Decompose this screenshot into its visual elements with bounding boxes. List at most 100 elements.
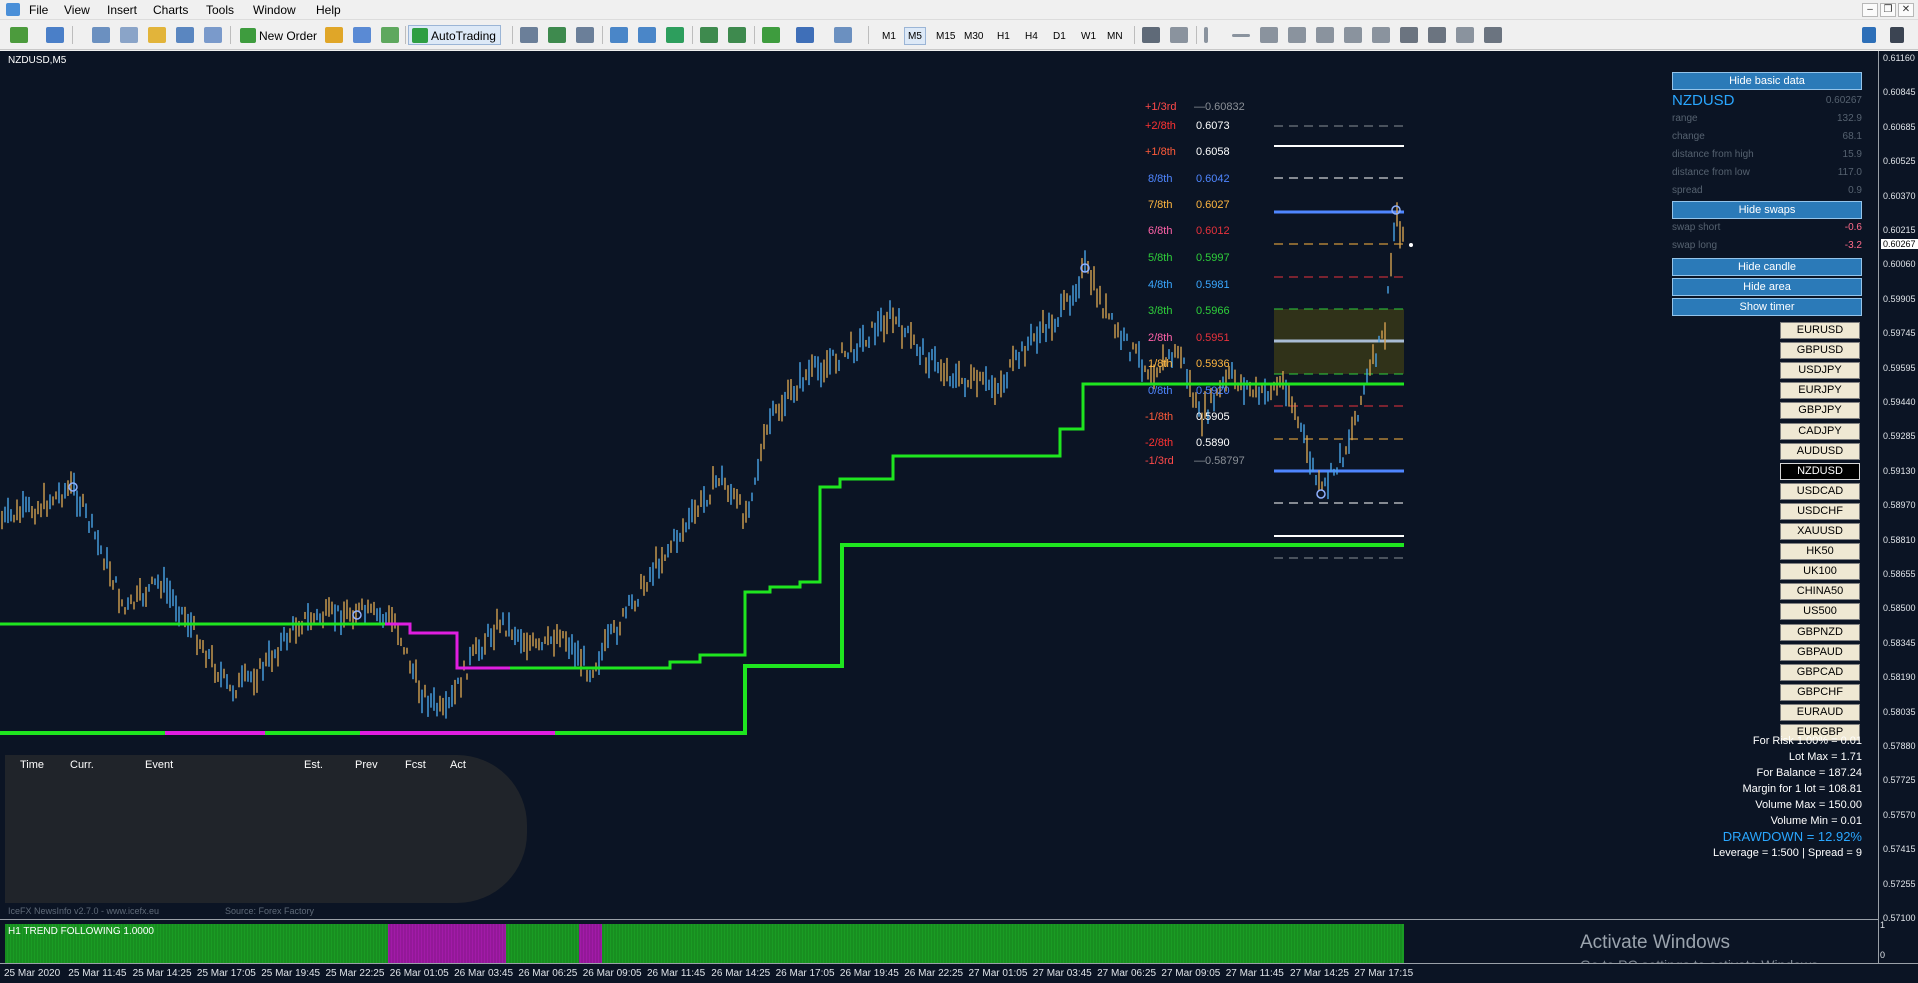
indicators-icon[interactable]	[762, 27, 780, 43]
timeframe-w1[interactable]: W1	[1077, 27, 1100, 45]
timeframe-m5[interactable]: M5	[904, 27, 926, 45]
new-chart-icon[interactable]	[10, 27, 28, 43]
symbol-button-uk100[interactable]: UK100	[1780, 563, 1860, 581]
periods-icon[interactable]	[796, 27, 814, 43]
timeframe-mn[interactable]: MN	[1103, 27, 1127, 45]
price-axis-label: 0.59745	[1883, 328, 1916, 339]
hide-basic-data-button[interactable]: Hide basic data	[1672, 72, 1862, 90]
metaeditor-icon[interactable]	[325, 27, 343, 43]
auto-trading-button[interactable]: AutoTrading	[408, 25, 501, 45]
templates-icon[interactable]	[834, 27, 852, 43]
timeframe-m15[interactable]: M15	[932, 27, 959, 45]
symbol-button-gbpcad[interactable]: GBPCAD	[1780, 663, 1860, 681]
symbol-button-gbpusd[interactable]: GBPUSD	[1780, 342, 1860, 360]
price-axis-label: 0.58345	[1883, 637, 1916, 648]
text-icon[interactable]	[1344, 27, 1362, 43]
market-icon[interactable]	[381, 27, 399, 43]
auto-scroll-icon[interactable]	[728, 27, 746, 43]
new-order-button[interactable]: New Order	[236, 25, 322, 45]
menu-file[interactable]: File	[29, 3, 48, 17]
timeframe-h4[interactable]: H4	[1021, 27, 1042, 45]
price-chart[interactable]: NZDUSD,M5 +1/3rd —0.60832 +2/8th 0.6073 …	[0, 51, 1878, 926]
info-row-value: 117.0	[1837, 167, 1862, 178]
zoom-in-icon[interactable]	[610, 27, 628, 43]
tile-windows-icon[interactable]	[666, 27, 684, 43]
close-icon[interactable]: ✕	[1898, 3, 1914, 17]
candlestick-icon[interactable]	[548, 27, 566, 43]
menu-view[interactable]: View	[64, 3, 90, 17]
symbol-button-cadjpy[interactable]: CADJPY	[1780, 422, 1860, 440]
price-axis-label: 0.60370	[1883, 190, 1916, 201]
triangle-icon[interactable]	[1428, 27, 1446, 43]
symbol-button-hk50[interactable]: HK50	[1780, 543, 1860, 561]
minimize-icon[interactable]: –	[1862, 3, 1878, 17]
terminal-icon[interactable]	[176, 27, 194, 43]
symbol-button-gbpchf[interactable]: GBPCHF	[1780, 683, 1860, 701]
symbol-button-gbpnzd[interactable]: GBPNZD	[1780, 623, 1860, 641]
arrows-icon[interactable]	[1456, 27, 1474, 43]
text-label-icon[interactable]	[1372, 27, 1390, 43]
app-icon	[6, 3, 20, 16]
hide-area-button[interactable]: Hide area	[1672, 278, 1862, 296]
symbol-button-usdchf[interactable]: USDCHF	[1780, 502, 1860, 520]
more-tools-icon[interactable]	[1484, 27, 1502, 43]
profiles-icon[interactable]	[46, 27, 64, 43]
mm-label: 0/8th	[1148, 385, 1173, 397]
strategy-tester-icon[interactable]	[204, 27, 222, 43]
hide-swaps-button[interactable]: Hide swaps	[1672, 201, 1862, 219]
signals-icon[interactable]	[353, 27, 371, 43]
menu-tools[interactable]: Tools	[206, 3, 234, 17]
symbol-button-euraud[interactable]: EURAUD	[1780, 703, 1860, 721]
fibonacci-icon[interactable]	[1316, 27, 1334, 43]
time-axis-label: 26 Mar 06:25	[518, 968, 578, 979]
mm-label: -1/8th	[1145, 411, 1174, 423]
market-watch-icon[interactable]	[92, 27, 110, 43]
mm-label: 1/8th	[1148, 358, 1173, 370]
symbol-button-gbpjpy[interactable]: GBPJPY	[1780, 402, 1860, 420]
zoom-out-icon[interactable]	[638, 27, 656, 43]
community-icon[interactable]	[1890, 27, 1904, 43]
symbol-button-audusd[interactable]: AUDUSD	[1780, 442, 1860, 460]
data-window-icon[interactable]	[120, 27, 138, 43]
symbol-button-gbpaud[interactable]: GBPAUD	[1780, 643, 1860, 661]
menu-help[interactable]: Help	[316, 3, 341, 17]
timeframe-d1[interactable]: D1	[1049, 27, 1070, 45]
symbol-button-eurjpy[interactable]: EURJPY	[1780, 382, 1860, 400]
channel-icon[interactable]	[1288, 27, 1306, 43]
rectangle-icon[interactable]	[1400, 27, 1418, 43]
symbol-button-us500[interactable]: US500	[1780, 603, 1860, 621]
price-axis-label: 0.57725	[1883, 775, 1916, 786]
symbol-button-usdjpy[interactable]: USDJPY	[1780, 362, 1860, 380]
timeframe-m30[interactable]: M30	[960, 27, 987, 45]
horizontal-line-icon[interactable]	[1232, 34, 1250, 37]
crosshair-icon[interactable]	[1170, 27, 1188, 43]
info-row-swap-long: swap long -3.2	[1672, 240, 1862, 251]
news-header-forecast: Fcst	[405, 759, 426, 771]
price-axis-label: 0.58970	[1883, 500, 1916, 511]
symbol-button-xauusd[interactable]: XAUUSD	[1780, 523, 1860, 540]
subwindow-axis-bottom: 0	[1880, 950, 1886, 960]
price-axis[interactable]: 0.61160 0.60845 0.60685 0.60525 0.60370 0.602…	[1878, 51, 1918, 963]
navigator-icon[interactable]	[148, 27, 166, 43]
cursor-icon[interactable]	[1142, 27, 1160, 43]
symbol-button-nzdusd[interactable]: NZDUSD	[1780, 462, 1860, 480]
search-icon[interactable]	[1862, 27, 1876, 43]
time-axis[interactable]: 25 Mar 2020 25 Mar 11:45 25 Mar 14:25 25 Ma…	[0, 963, 1918, 983]
toolbar-separator	[1134, 26, 1135, 44]
restore-icon[interactable]: ❐	[1880, 3, 1896, 17]
symbol-button-china50[interactable]: CHINA50	[1780, 583, 1860, 601]
menu-charts[interactable]: Charts	[153, 3, 188, 17]
symbol-button-usdcad[interactable]: USDCAD	[1780, 482, 1860, 500]
show-timer-button[interactable]: Show timer	[1672, 298, 1862, 316]
vertical-line-icon[interactable]	[1204, 27, 1208, 43]
bar-chart-icon[interactable]	[520, 27, 538, 43]
chart-shift-icon[interactable]	[700, 27, 718, 43]
menu-window[interactable]: Window	[253, 3, 296, 17]
timeframe-m1[interactable]: M1	[878, 27, 900, 45]
timeframe-h1[interactable]: H1	[993, 27, 1014, 45]
symbol-button-eurusd[interactable]: EURUSD	[1780, 322, 1860, 339]
hide-candle-button[interactable]: Hide candle	[1672, 258, 1862, 276]
trendline-icon[interactable]	[1260, 27, 1278, 43]
menu-insert[interactable]: Insert	[107, 3, 137, 17]
line-chart-icon[interactable]	[576, 27, 594, 43]
